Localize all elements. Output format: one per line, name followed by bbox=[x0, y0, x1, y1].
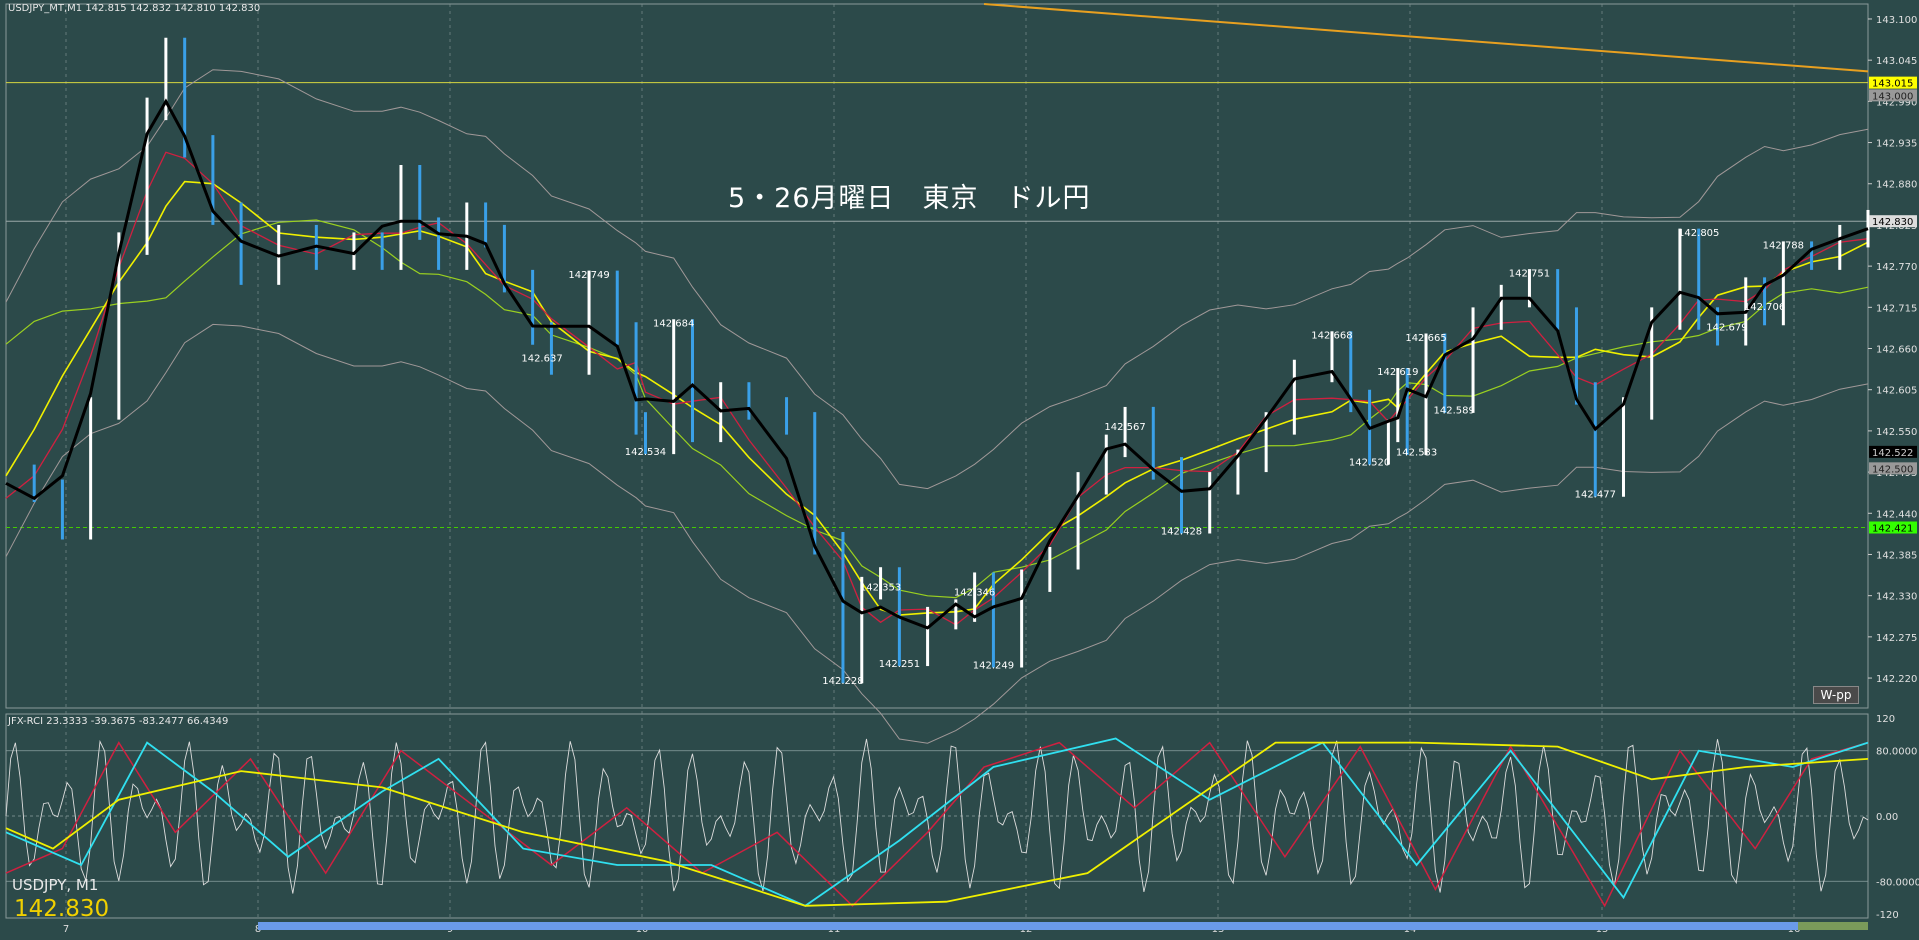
price-tick-label: 142.220 bbox=[1876, 674, 1917, 685]
rci-axis-label: -80.0000 bbox=[1876, 877, 1919, 888]
price-annotation: 142.665 bbox=[1405, 333, 1446, 344]
price-annotation: 142.668 bbox=[1311, 331, 1352, 342]
price-tick-label: 142.605 bbox=[1876, 386, 1917, 397]
price-tick-label: 142.880 bbox=[1876, 180, 1917, 191]
price-annotation: 142.637 bbox=[521, 354, 562, 365]
price-annotation: 142.228 bbox=[822, 676, 863, 687]
price-tick-label: 142.715 bbox=[1876, 303, 1917, 314]
price-tag-label: 143.015 bbox=[1872, 79, 1913, 90]
price-tick-label: 142.770 bbox=[1876, 262, 1917, 273]
price-tag-label: 143.000 bbox=[1872, 91, 1913, 102]
price-annotation: 142.428 bbox=[1161, 526, 1202, 537]
price-tick-label: 143.045 bbox=[1876, 56, 1917, 67]
price-tick-label: 142.660 bbox=[1876, 345, 1917, 356]
price-tag-label: 142.421 bbox=[1872, 524, 1913, 535]
price-annotation: 142.805 bbox=[1678, 228, 1719, 239]
price-tag-label: 142.500 bbox=[1872, 464, 1913, 475]
price-tick-label: 142.385 bbox=[1876, 550, 1917, 561]
w-pp-button[interactable]: W-pp bbox=[1813, 686, 1859, 704]
green-ma-line bbox=[5, 219, 1869, 599]
price-annotation: 142.533 bbox=[1396, 448, 1437, 459]
price-panel-frame bbox=[5, 3, 1869, 709]
price-annotation: 142.619 bbox=[1377, 367, 1418, 378]
price-tick-label: 142.440 bbox=[1876, 509, 1917, 520]
price-annotation: 142.749 bbox=[568, 270, 609, 281]
price-tick-label: 142.275 bbox=[1876, 633, 1917, 644]
rci-axis-label: -120 bbox=[1876, 910, 1899, 921]
price-annotation: 142.751 bbox=[1509, 268, 1550, 279]
price-annotation: 142.679 bbox=[1706, 322, 1747, 333]
lower-band bbox=[5, 323, 1869, 744]
long-ma-line bbox=[983, 3, 1869, 73]
rci-axis-label: 80.0000 bbox=[1876, 747, 1917, 758]
upper-band bbox=[5, 69, 1869, 490]
rci-label: JFX-RCI 23.3333 -39.3675 -83.2477 66.434… bbox=[8, 716, 229, 727]
price-annotation: 142.567 bbox=[1104, 422, 1145, 433]
price-annotation: 142.346 bbox=[954, 588, 995, 599]
price-annotation: 142.684 bbox=[653, 319, 694, 330]
forex-chart[interactable]: 78910111213141516143.100143.045142.99014… bbox=[0, 0, 1919, 940]
rci-axis-label: 120 bbox=[1876, 714, 1895, 725]
ohlc-header: USDJPY_MT,M1 142.815 142.832 142.810 142… bbox=[8, 3, 261, 14]
price-tag-label: 142.830 bbox=[1872, 217, 1913, 228]
red-ma-line bbox=[5, 151, 1869, 626]
price-tick-label: 142.330 bbox=[1876, 592, 1917, 603]
price-tick-label: 142.935 bbox=[1876, 139, 1917, 150]
session-bar bbox=[258, 922, 1798, 930]
price-annotation: 142.788 bbox=[1763, 241, 1804, 252]
price-annotation: 142.706 bbox=[1744, 302, 1785, 313]
price-annotation: 142.534 bbox=[625, 447, 666, 458]
last-price: 142.830 bbox=[14, 896, 110, 922]
price-annotation: 142.353 bbox=[860, 582, 901, 593]
price-tick-label: 142.550 bbox=[1876, 427, 1917, 438]
session-bar-end bbox=[1798, 922, 1868, 930]
chart-title: 5・26月曜日 東京 ドル円 bbox=[728, 183, 1091, 214]
price-tag-label: 142.522 bbox=[1872, 448, 1913, 459]
price-annotation: 142.589 bbox=[1434, 406, 1475, 417]
price-annotation: 142.251 bbox=[879, 659, 920, 670]
price-annotation: 142.520 bbox=[1349, 457, 1390, 468]
symbol-timeframe: USDJPY, M1 bbox=[12, 876, 99, 894]
x-tick-label: 7 bbox=[63, 924, 69, 935]
price-annotation: 142.477 bbox=[1575, 490, 1616, 501]
rci-axis-label: 0.00 bbox=[1876, 812, 1898, 823]
price-tick-label: 143.100 bbox=[1876, 15, 1917, 26]
price-annotation: 142.249 bbox=[973, 660, 1014, 671]
